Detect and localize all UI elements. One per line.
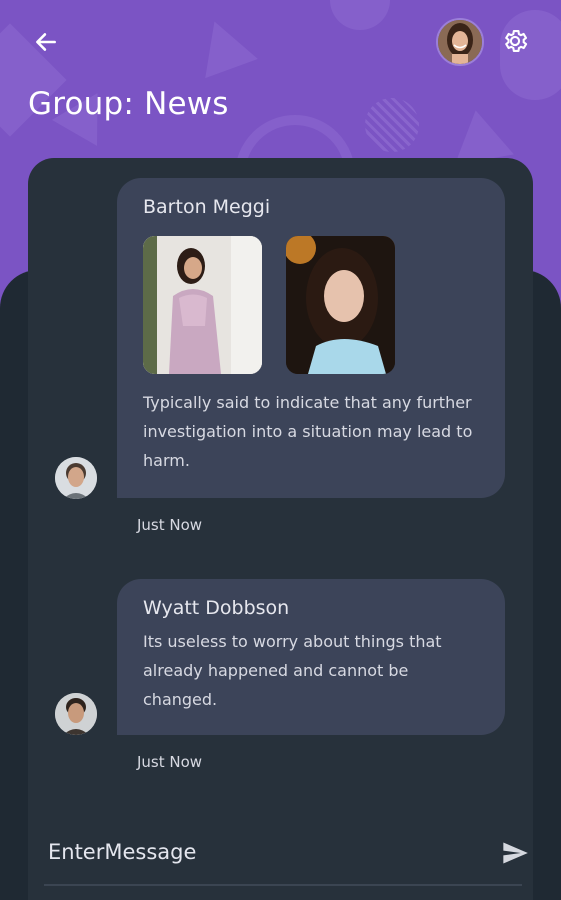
attachment-image[interactable] [286,236,395,374]
message-text: Its useless to worry about things that a… [143,632,442,709]
back-button[interactable] [28,24,64,60]
arrow-left-icon [36,33,56,51]
sender-name: Wyatt Dobbson [143,597,290,619]
sender-name: Barton Meggi [143,196,271,218]
send-icon [503,842,528,864]
page-title: Group: News [28,86,229,122]
user-avatar[interactable] [436,18,484,66]
gear-icon [505,30,528,52]
message-bubble: Wyatt Dobbson Its useless to worry about… [117,579,505,735]
attachment-list [143,236,479,374]
input-underline [44,884,522,886]
message-timestamp: Just Now [137,753,203,771]
attachment-image[interactable] [143,236,262,374]
message-input[interactable] [48,830,478,874]
sender-avatar[interactable] [55,693,97,735]
message-text: Typically said to indicate that any furt… [143,393,473,470]
avatar-portrait-icon [438,20,482,64]
settings-button[interactable] [498,24,532,58]
top-bar [0,0,561,80]
send-button[interactable] [496,836,534,870]
message-timestamp: Just Now [137,516,203,534]
sender-avatar[interactable] [55,457,97,499]
message-bubble: Barton Meggi Typically said to indicate … [117,178,505,498]
